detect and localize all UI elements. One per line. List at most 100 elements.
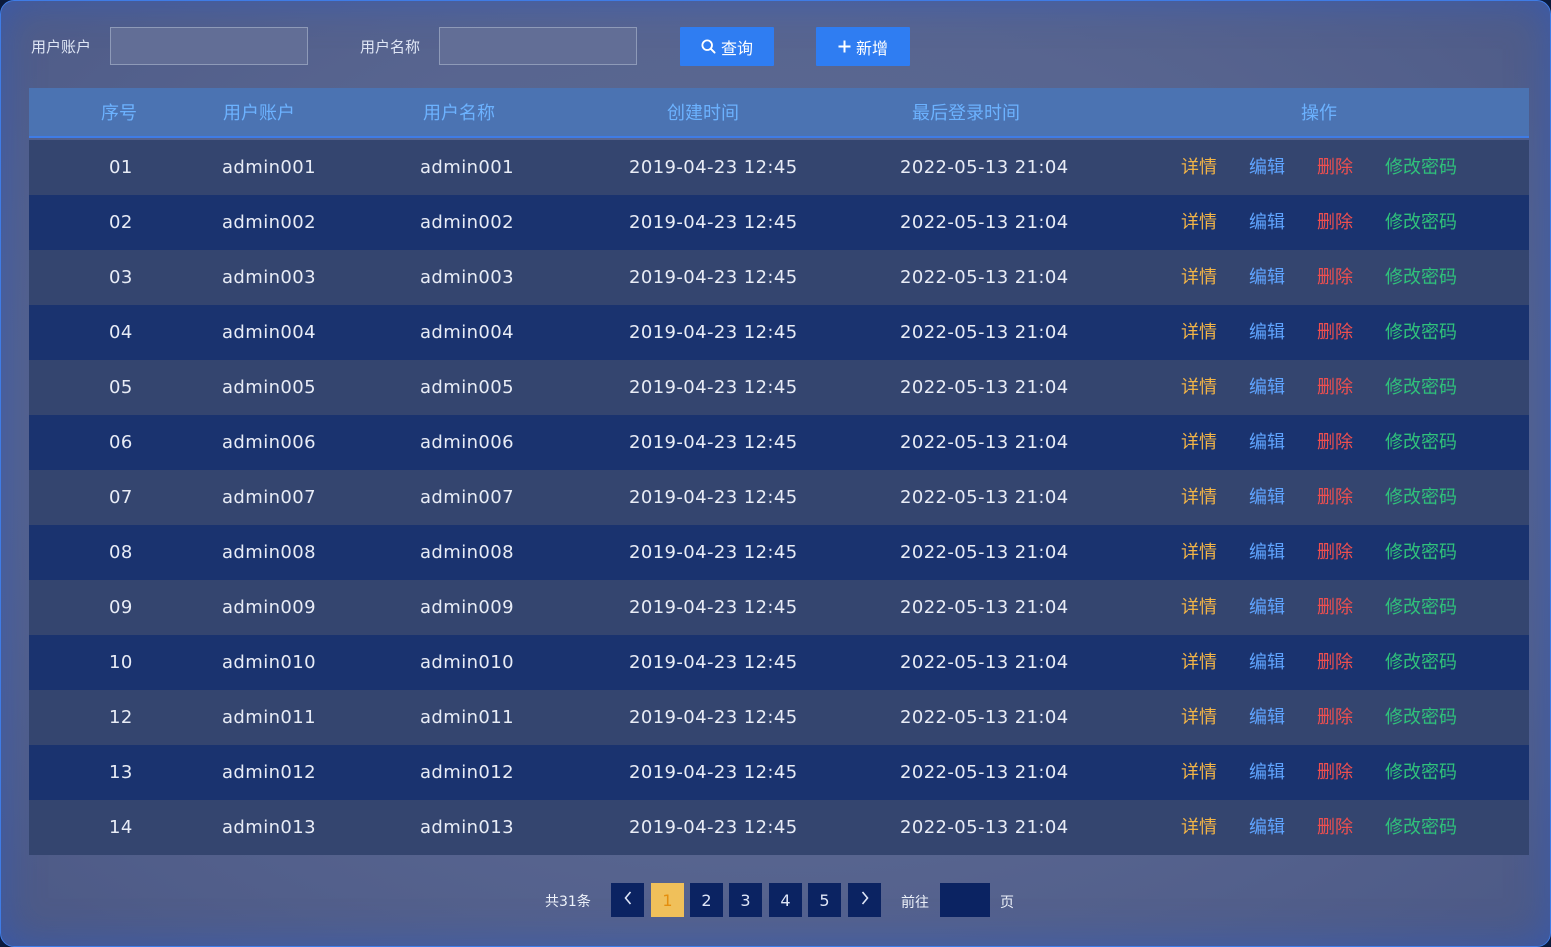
change-password-link[interactable]: 修改密码 [1385, 745, 1457, 800]
table-row: 12 admin011 admin011 2019-04-23 12:45 2022-0… [29, 690, 1529, 745]
cell-no: 07 [109, 487, 133, 508]
detail-link[interactable]: 详情 [1181, 580, 1217, 635]
delete-link[interactable]: 删除 [1317, 195, 1353, 250]
cell-account: admin005 [222, 377, 316, 398]
delete-link[interactable]: 删除 [1317, 580, 1353, 635]
table-row: 04 admin004 admin004 2019-04-23 12:45 2022-0… [29, 305, 1529, 360]
prev-page-button[interactable] [611, 883, 644, 917]
pagination: 共31条 12345 前往 页 [1, 883, 1550, 918]
edit-link[interactable]: 编辑 [1249, 360, 1285, 415]
change-password-link[interactable]: 修改密码 [1385, 470, 1457, 525]
change-password-link[interactable]: 修改密码 [1385, 800, 1457, 855]
detail-link[interactable]: 详情 [1181, 250, 1217, 305]
cell-account: admin010 [222, 652, 316, 673]
edit-link[interactable]: 编辑 [1249, 250, 1285, 305]
table-body: 01 admin001 admin001 2019-04-23 12:45 2022-0… [29, 140, 1529, 855]
delete-link[interactable]: 删除 [1317, 305, 1353, 360]
query-button-label: 查询 [720, 38, 753, 58]
delete-link[interactable]: 删除 [1317, 250, 1353, 305]
edit-link[interactable]: 编辑 [1249, 195, 1285, 250]
edit-link[interactable]: 编辑 [1249, 525, 1285, 580]
edit-link[interactable]: 编辑 [1249, 800, 1285, 855]
edit-link[interactable]: 编辑 [1249, 140, 1285, 195]
page-unit-label: 页 [1000, 895, 1014, 911]
change-password-link[interactable]: 修改密码 [1385, 415, 1457, 470]
cell-no: 02 [109, 212, 133, 233]
delete-link[interactable]: 删除 [1317, 415, 1353, 470]
change-password-link[interactable]: 修改密码 [1385, 250, 1457, 305]
account-label: 用户账户 [31, 38, 92, 56]
cell-account: admin012 [222, 762, 316, 783]
header-created: 创建时间 [667, 103, 739, 124]
detail-link[interactable]: 详情 [1181, 690, 1217, 745]
edit-link[interactable]: 编辑 [1249, 745, 1285, 800]
change-password-link[interactable]: 修改密码 [1385, 140, 1457, 195]
detail-link[interactable]: 详情 [1181, 360, 1217, 415]
cell-last-login: 2022-05-13 21:04 [900, 542, 1069, 563]
table-row: 09 admin009 admin009 2019-04-23 12:45 2022-0… [29, 580, 1529, 635]
total-count: 共31条 [545, 894, 591, 910]
delete-link[interactable]: 删除 [1317, 690, 1353, 745]
edit-link[interactable]: 编辑 [1249, 305, 1285, 360]
delete-link[interactable]: 删除 [1317, 140, 1353, 195]
page-button-1[interactable]: 1 [651, 883, 684, 917]
name-input[interactable] [439, 27, 637, 65]
delete-link[interactable]: 删除 [1317, 800, 1353, 855]
cell-account: admin002 [222, 212, 316, 233]
detail-link[interactable]: 详情 [1181, 635, 1217, 690]
table-row: 14 admin013 admin013 2019-04-23 12:45 2022-0… [29, 800, 1529, 855]
page-button-3[interactable]: 3 [729, 883, 762, 917]
detail-link[interactable]: 详情 [1181, 470, 1217, 525]
cell-last-login: 2022-05-13 21:04 [900, 762, 1069, 783]
account-input[interactable] [110, 27, 308, 65]
detail-link[interactable]: 详情 [1181, 525, 1217, 580]
cell-created: 2019-04-23 12:45 [629, 487, 798, 508]
edit-link[interactable]: 编辑 [1249, 635, 1285, 690]
change-password-link[interactable]: 修改密码 [1385, 195, 1457, 250]
name-label: 用户名称 [360, 38, 421, 56]
edit-link[interactable]: 编辑 [1249, 415, 1285, 470]
edit-link[interactable]: 编辑 [1249, 470, 1285, 525]
cell-last-login: 2022-05-13 21:04 [900, 322, 1069, 343]
detail-link[interactable]: 详情 [1181, 745, 1217, 800]
edit-link[interactable]: 编辑 [1249, 690, 1285, 745]
page-button-2[interactable]: 2 [690, 883, 723, 917]
cell-last-login: 2022-05-13 21:04 [900, 212, 1069, 233]
page-button-5[interactable]: 5 [808, 883, 841, 917]
delete-link[interactable]: 删除 [1317, 360, 1353, 415]
cell-name: admin008 [420, 542, 514, 563]
delete-link[interactable]: 删除 [1317, 745, 1353, 800]
user-table: 序号 用户账户 用户名称 创建时间 最后登录时间 操作 01 admin001 ad… [29, 88, 1529, 855]
change-password-link[interactable]: 修改密码 [1385, 525, 1457, 580]
delete-link[interactable]: 删除 [1317, 525, 1353, 580]
detail-link[interactable]: 详情 [1181, 800, 1217, 855]
query-button[interactable]: 查询 [680, 27, 774, 66]
edit-link[interactable]: 编辑 [1249, 580, 1285, 635]
delete-link[interactable]: 删除 [1317, 635, 1353, 690]
next-page-button[interactable] [848, 883, 881, 917]
delete-link[interactable]: 删除 [1317, 470, 1353, 525]
table-row: 08 admin008 admin008 2019-04-23 12:45 2022-0… [29, 525, 1529, 580]
cell-last-login: 2022-05-13 21:04 [900, 157, 1069, 178]
change-password-link[interactable]: 修改密码 [1385, 360, 1457, 415]
cell-account: admin013 [222, 817, 316, 838]
page-button-4[interactable]: 4 [769, 883, 802, 917]
detail-link[interactable]: 详情 [1181, 305, 1217, 360]
add-button[interactable]: 新增 [816, 27, 910, 66]
cell-account: admin011 [222, 707, 316, 728]
change-password-link[interactable]: 修改密码 [1385, 690, 1457, 745]
cell-name: admin007 [420, 487, 514, 508]
cell-no: 05 [109, 377, 133, 398]
change-password-link[interactable]: 修改密码 [1385, 305, 1457, 360]
goto-page-input[interactable] [940, 883, 990, 917]
cell-created: 2019-04-23 12:45 [629, 542, 798, 563]
cell-created: 2019-04-23 12:45 [629, 597, 798, 618]
detail-link[interactable]: 详情 [1181, 195, 1217, 250]
detail-link[interactable]: 详情 [1181, 415, 1217, 470]
cell-created: 2019-04-23 12:45 [629, 817, 798, 838]
plus-icon [838, 40, 851, 53]
cell-last-login: 2022-05-13 21:04 [900, 267, 1069, 288]
detail-link[interactable]: 详情 [1181, 140, 1217, 195]
change-password-link[interactable]: 修改密码 [1385, 635, 1457, 690]
change-password-link[interactable]: 修改密码 [1385, 580, 1457, 635]
